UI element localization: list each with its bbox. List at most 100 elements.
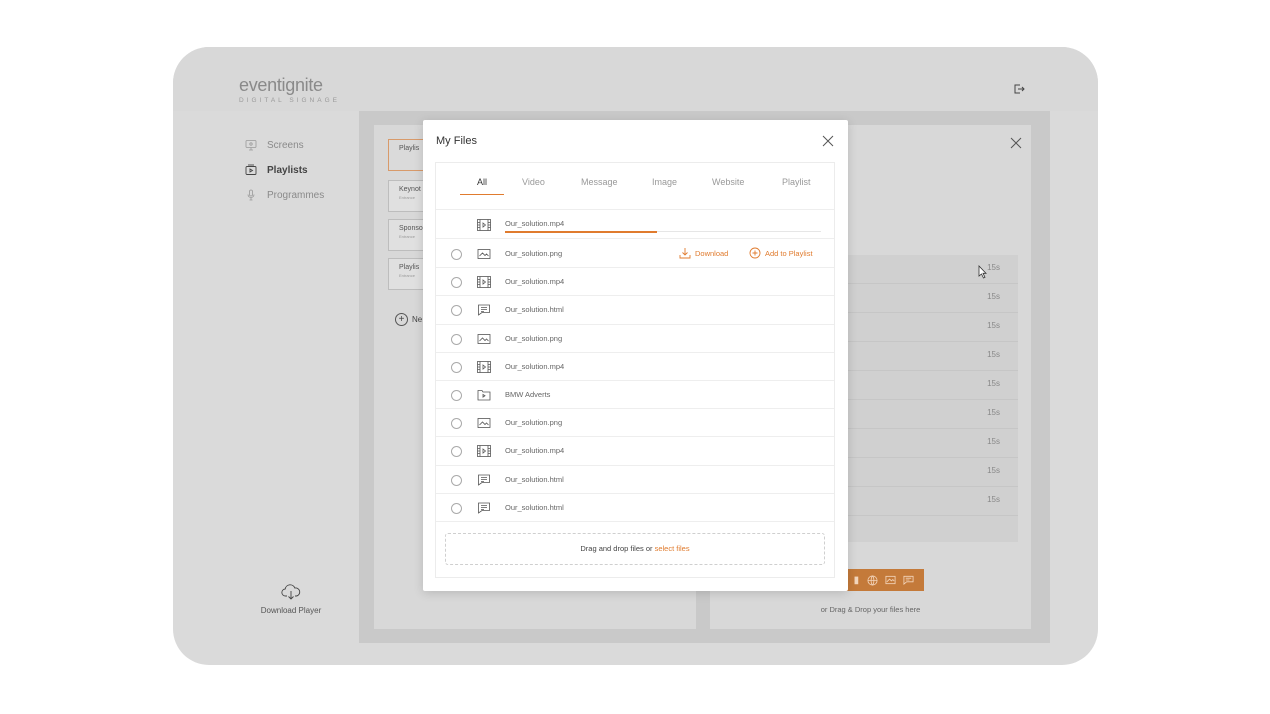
file-name: Our_solution.png [505,333,563,343]
download-button[interactable]: Download [679,247,728,259]
playlist-card-title: Playlis [399,145,420,152]
list-item[interactable]: 15s [833,371,1018,400]
upload-progress-fill [505,230,657,233]
image-file-icon [477,417,491,429]
playlist-card[interactable]: Playlis [388,139,428,171]
file-row[interactable]: Our_solution.png [436,325,834,353]
select-radio[interactable] [451,249,462,260]
file-name: Our_solution.html [505,474,564,484]
logo: eventignite DIGITAL SIGNAGE [239,75,340,104]
duration-text: 15s [987,437,1000,446]
tab-message[interactable]: Message [581,177,618,194]
playlist-card-sub: Entrance [399,234,416,239]
plus-icon: + [395,313,408,326]
playlist-card-sub: Entrance [399,273,416,278]
file-name: BMW Adverts [505,390,551,399]
select-files-link[interactable]: select files [655,544,690,553]
message-file-icon [477,502,491,514]
playlist-icon [245,164,257,175]
list-item[interactable]: 15s [833,487,1018,516]
plus-circle-icon [749,247,761,259]
download-player-label: Download Player [260,606,322,615]
select-radio[interactable] [451,390,462,401]
new-playlist-button[interactable]: + Ne [395,313,422,326]
drop-hint: or Drag & Drop your files here [820,605,921,614]
close-icon[interactable] [1010,137,1022,149]
playlist-card[interactable]: Sponso Entrance [388,219,428,251]
cursor-icon [978,265,987,279]
file-row[interactable]: Our_solution.mp4 [436,437,834,466]
add-content-toolbar: ▮ [844,569,924,591]
file-row[interactable]: Our_solution.mp4 [436,353,834,381]
list-item[interactable]: 15s [833,400,1018,429]
list-item[interactable]: 15s [833,255,1018,284]
file-row[interactable]: Our_solution.html [436,296,834,325]
app-header: eventignite DIGITAL SIGNAGE [173,47,1098,111]
microphone-icon [247,189,255,201]
playlist-card-sub: Entrance [399,195,416,200]
sidebar-item-playlists[interactable]: Playlists [245,164,308,176]
tab-image[interactable]: Image [652,177,677,194]
drop-zone[interactable]: Drag and drop files or select files [445,533,825,565]
new-playlist-label: Ne [412,315,423,324]
file-row[interactable]: Our_solution.png [436,409,834,438]
playlist-card-title: Playlis [399,264,420,271]
list-item[interactable]: 15s [833,429,1018,458]
select-radio[interactable] [451,277,462,289]
image-file-icon [477,248,491,260]
upload-progress-row: Our_solution.mp4 [436,211,834,239]
select-radio[interactable] [451,361,462,373]
duration-text: 15s [987,321,1000,330]
select-radio[interactable] [451,333,462,345]
message-file-icon [477,474,491,486]
logo-tagline: DIGITAL SIGNAGE [239,97,340,104]
logout-icon[interactable] [1013,83,1025,95]
tab-all[interactable]: All [460,177,504,195]
add-to-playlist-button[interactable]: Add to Playlist [749,247,813,259]
message-icon[interactable] [903,575,914,585]
list-item[interactable]: 15s [833,284,1018,313]
video-file-icon [477,445,491,458]
select-radio[interactable] [451,418,462,430]
file-row[interactable]: Our_solution.html [436,466,834,494]
file-type-tabs: All Video Message Image Website Playlist [436,163,834,210]
duration-text: 15s [987,466,1000,475]
tab-website[interactable]: Website [712,177,744,194]
website-icon[interactable] [867,575,878,586]
select-radio[interactable] [451,474,462,486]
list-item[interactable]: 15s [833,458,1018,487]
file-name: Our_solution.html [505,305,564,315]
upload-progress-bar [505,230,821,233]
file-row[interactable]: Our_solution.mp4 [436,268,834,297]
playlist-folder-icon [477,389,491,401]
download-player-button[interactable]: Download Player [243,584,339,615]
list-item[interactable]: 15s [833,342,1018,371]
file-row[interactable]: BMW Adverts [436,381,834,410]
file-row[interactable]: Our_solution.html [436,494,834,522]
sidebar-item-programmes[interactable]: Programmes [245,189,324,201]
add-to-playlist-label: Add to Playlist [765,248,813,258]
playlist-card[interactable]: Playlis Entrance [388,258,428,290]
playlist-card-title: Keynot [399,186,421,193]
select-radio[interactable] [451,305,462,317]
monitor-icon [245,140,257,151]
image-icon[interactable] [885,575,896,585]
video-file-icon [477,219,491,231]
tab-video[interactable]: Video [522,177,545,194]
list-item[interactable]: 15s [833,313,1018,342]
file-row[interactable]: Our_solution.png Download Add to Playlist [436,240,834,269]
video-icon[interactable]: ▮ [854,575,860,586]
my-files-modal: My Files All Video Message Image Website… [423,120,848,591]
playlist-card[interactable]: Keynot Entrance [388,180,428,212]
select-radio[interactable] [451,502,462,514]
file-name: Our_solution.html [505,502,564,512]
sidebar-item-screens[interactable]: Screens [245,139,304,151]
sidebar: Screens Playlists Programmes Download Pl… [173,111,359,665]
select-radio[interactable] [451,446,462,458]
playlist-card-title: Sponso [399,225,423,232]
file-name: Our_solution.mp4 [505,446,565,456]
tab-playlist[interactable]: Playlist [782,177,811,194]
file-name: Our_solution.mp4 [505,361,565,371]
close-icon[interactable] [821,134,835,148]
drop-zone-text: Drag and drop files or [580,544,655,553]
